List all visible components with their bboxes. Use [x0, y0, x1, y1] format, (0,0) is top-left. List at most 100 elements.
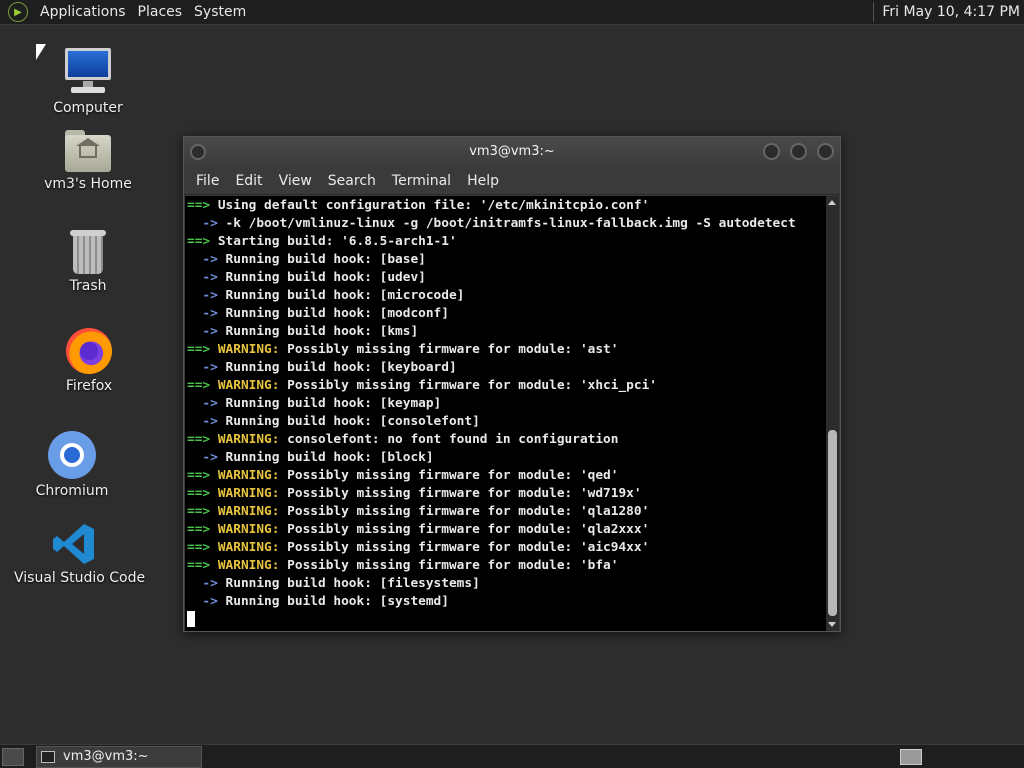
- line-prefix: ==>: [187, 504, 211, 519]
- warning-label: WARNING:: [210, 486, 280, 501]
- terminal-line: -> Running build hook: [kms]: [187, 323, 827, 341]
- desktop-icon-trash[interactable]: Trash: [28, 230, 148, 294]
- computer-icon: [63, 46, 113, 96]
- desktop-icon-label: Firefox: [65, 378, 113, 394]
- terminal-line: -> Running build hook: [consolefont]: [187, 413, 827, 431]
- line-prefix: ->: [187, 594, 218, 609]
- terminal-window[interactable]: vm3@vm3:~ File Edit View Search Terminal…: [183, 136, 841, 632]
- menu-view[interactable]: View: [271, 173, 320, 189]
- menu-terminal[interactable]: Terminal: [384, 173, 459, 189]
- line-text: Possibly missing firmware for module: 'a…: [279, 540, 650, 555]
- bottom-panel: vm3@vm3:~: [0, 744, 1024, 768]
- warning-label: WARNING:: [210, 504, 280, 519]
- line-text: Running build hook: [kms]: [217, 324, 419, 339]
- menu-places[interactable]: Places: [132, 4, 189, 20]
- menu-file[interactable]: File: [188, 173, 227, 189]
- line-text: Running build hook: [block]: [217, 450, 434, 465]
- desktop-icon-label: Computer: [53, 100, 123, 116]
- clock[interactable]: Fri May 10, 4:17 PM: [882, 4, 1024, 20]
- line-prefix: ==>: [187, 378, 211, 393]
- vscode-icon: [52, 522, 96, 566]
- desktop-icon-label: Trash: [69, 278, 107, 294]
- menu-system[interactable]: System: [188, 4, 252, 20]
- workspace-switcher[interactable]: [900, 748, 922, 765]
- terminal-line: ==> Starting build: '6.8.5-arch1-1': [187, 233, 827, 251]
- window-title: vm3@vm3:~: [469, 144, 555, 159]
- line-text: Running build hook: [systemd]: [217, 594, 449, 609]
- desktop-icon-home[interactable]: vm3's Home: [28, 130, 148, 192]
- terminal-line: -> Running build hook: [modconf]: [187, 305, 827, 323]
- terminal-icon: [41, 750, 55, 763]
- terminal-line: -> Running build hook: [udev]: [187, 269, 827, 287]
- warning-label: WARNING:: [210, 342, 280, 357]
- scroll-down-icon[interactable]: [828, 622, 836, 627]
- line-prefix: ==>: [187, 522, 211, 537]
- terminal-line: ==> WARNING: Possibly missing firmware f…: [187, 485, 827, 503]
- maximize-button[interactable]: [790, 143, 807, 160]
- line-prefix: ->: [187, 306, 218, 321]
- menu-search[interactable]: Search: [320, 173, 384, 189]
- taskbar-item-terminal[interactable]: vm3@vm3:~: [36, 745, 202, 768]
- line-text: Possibly missing firmware for module: 'q…: [279, 468, 619, 483]
- line-prefix: ==>: [187, 342, 211, 357]
- line-text: consolefont: no font found in configurat…: [279, 432, 619, 447]
- trash-icon: [70, 230, 106, 274]
- terminal-line: -> -k /boot/vmlinuz-linux -g /boot/initr…: [187, 215, 827, 233]
- line-text: Starting build: '6.8.5-arch1-1': [210, 234, 457, 249]
- warning-label: WARNING:: [210, 522, 280, 537]
- desktop-icon-firefox[interactable]: Firefox: [29, 328, 149, 394]
- close-button[interactable]: [817, 143, 834, 160]
- line-text: -k /boot/vmlinuz-linux -g /boot/initramf…: [217, 216, 796, 231]
- window-menu-button[interactable]: [190, 144, 206, 160]
- chromium-icon: [48, 431, 96, 479]
- line-prefix: ->: [187, 450, 218, 465]
- terminal-line: ==> WARNING: consolefont: no font found …: [187, 431, 827, 449]
- line-text: Running build hook: [keymap]: [217, 396, 442, 411]
- line-text: Running build hook: [microcode]: [217, 288, 465, 303]
- show-desktop-button[interactable]: [2, 747, 24, 766]
- line-text: Running build hook: [base]: [217, 252, 426, 267]
- terminal-output[interactable]: ==> Using default configuration file: '/…: [185, 196, 827, 631]
- line-text: Possibly missing firmware for module: 'a…: [279, 342, 619, 357]
- scroll-up-icon[interactable]: [828, 200, 836, 205]
- terminal-line: -> Running build hook: [filesystems]: [187, 575, 827, 593]
- taskbar-item-label: vm3@vm3:~: [63, 749, 149, 764]
- scrollbar-thumb[interactable]: [828, 430, 837, 616]
- warning-label: WARNING:: [210, 468, 280, 483]
- line-text: Possibly missing firmware for module: 'w…: [279, 486, 642, 501]
- line-prefix: ->: [187, 324, 218, 339]
- desktop-icon-chromium[interactable]: Chromium: [12, 431, 132, 499]
- menu-applications[interactable]: Applications: [34, 4, 132, 20]
- line-prefix: ->: [187, 414, 218, 429]
- terminal-menubar: File Edit View Search Terminal Help: [184, 167, 840, 195]
- line-text: Running build hook: [keyboard]: [217, 360, 457, 375]
- desktop-icon-label: Visual Studio Code: [14, 570, 146, 586]
- text-cursor: [187, 611, 195, 627]
- prompt-line: [187, 611, 827, 629]
- desktop-icon-label: vm3's Home: [44, 176, 132, 192]
- line-text: Possibly missing firmware for module: 'q…: [279, 504, 650, 519]
- firefox-icon: [66, 328, 112, 374]
- minimize-button[interactable]: [763, 143, 780, 160]
- line-prefix: ->: [187, 216, 218, 231]
- line-prefix: ->: [187, 252, 218, 267]
- desktop-icon-computer[interactable]: Computer: [28, 46, 148, 116]
- line-prefix: ->: [187, 288, 218, 303]
- terminal-scrollbar[interactable]: [826, 196, 839, 631]
- line-prefix: ->: [187, 360, 218, 375]
- terminal-line: ==> WARNING: Possibly missing firmware f…: [187, 557, 827, 575]
- distro-logo-icon[interactable]: ▶: [8, 2, 28, 22]
- terminal-line: ==> WARNING: Possibly missing firmware f…: [187, 503, 827, 521]
- menu-help[interactable]: Help: [459, 173, 507, 189]
- desktop-icon-vscode[interactable]: Visual Studio Code: [14, 522, 146, 586]
- terminal-line: -> Running build hook: [base]: [187, 251, 827, 269]
- line-prefix: ==>: [187, 432, 211, 447]
- warning-label: WARNING:: [210, 558, 280, 573]
- terminal-line: -> Running build hook: [block]: [187, 449, 827, 467]
- menu-edit[interactable]: Edit: [227, 173, 270, 189]
- line-text: Using default configuration file: '/etc/…: [210, 198, 650, 213]
- line-text: Possibly missing firmware for module: 'q…: [279, 522, 650, 537]
- line-text: Running build hook: [filesystems]: [217, 576, 480, 591]
- terminal-line: -> Running build hook: [microcode]: [187, 287, 827, 305]
- window-titlebar[interactable]: vm3@vm3:~: [184, 137, 840, 167]
